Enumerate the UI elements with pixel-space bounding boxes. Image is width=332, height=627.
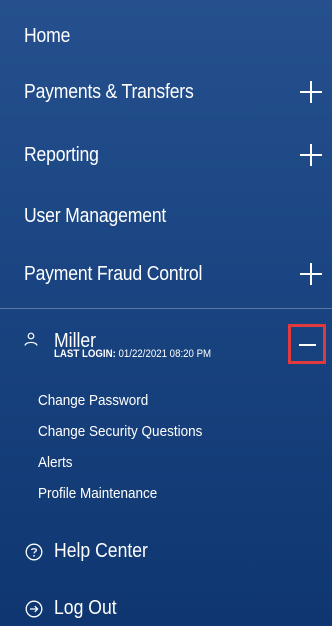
- nav-item-payments-transfers[interactable]: Payments & Transfers: [0, 68, 332, 116]
- help-center-label: Help Center: [54, 540, 148, 562]
- nav-item-payments-transfers-label: Payments & Transfers: [24, 80, 194, 103]
- nav-item-reporting-label: Reporting: [24, 143, 99, 166]
- nav-item-user-management[interactable]: User Management: [0, 192, 332, 240]
- submenu-change-security-questions[interactable]: Change Security Questions: [38, 419, 202, 443]
- plus-icon[interactable]: [300, 263, 322, 285]
- collapse-user-menu-button[interactable]: [288, 324, 326, 364]
- nav-item-home[interactable]: Home: [0, 12, 332, 60]
- nav-item-user-management-label: User Management: [24, 204, 167, 227]
- menu-divider: [0, 308, 332, 309]
- user-icon: [24, 332, 38, 346]
- minus-icon: [299, 344, 316, 346]
- nav-item-help-center[interactable]: Help Center: [0, 534, 332, 570]
- question-circle-icon: [25, 543, 43, 561]
- last-login-value: 01/22/2021 08:20 PM: [118, 348, 212, 360]
- log-out-label: Log Out: [54, 597, 117, 619]
- nav-item-home-label: Home: [24, 24, 71, 47]
- arrow-right-circle-icon: [25, 600, 43, 618]
- plus-icon[interactable]: [300, 81, 322, 103]
- last-login-label: LAST LOGIN:: [54, 348, 116, 360]
- submenu-profile-maintenance[interactable]: Profile Maintenance: [38, 481, 157, 505]
- nav-item-payment-fraud-control[interactable]: Payment Fraud Control: [0, 250, 332, 298]
- nav-item-log-out[interactable]: Log Out: [0, 591, 332, 627]
- last-login-text: LAST LOGIN: 01/22/2021 08:20 PM: [54, 348, 211, 360]
- side-navigation-menu: Home Payments & Transfers Reporting User…: [0, 0, 332, 626]
- nav-item-payment-fraud-control-label: Payment Fraud Control: [24, 262, 203, 285]
- user-profile-header[interactable]: Miller LAST LOGIN: 01/22/2021 08:20 PM: [0, 326, 332, 376]
- nav-item-reporting[interactable]: Reporting: [0, 131, 332, 179]
- plus-icon[interactable]: [300, 144, 322, 166]
- submenu-alerts[interactable]: Alerts: [38, 450, 73, 474]
- submenu-change-password[interactable]: Change Password: [38, 388, 148, 412]
